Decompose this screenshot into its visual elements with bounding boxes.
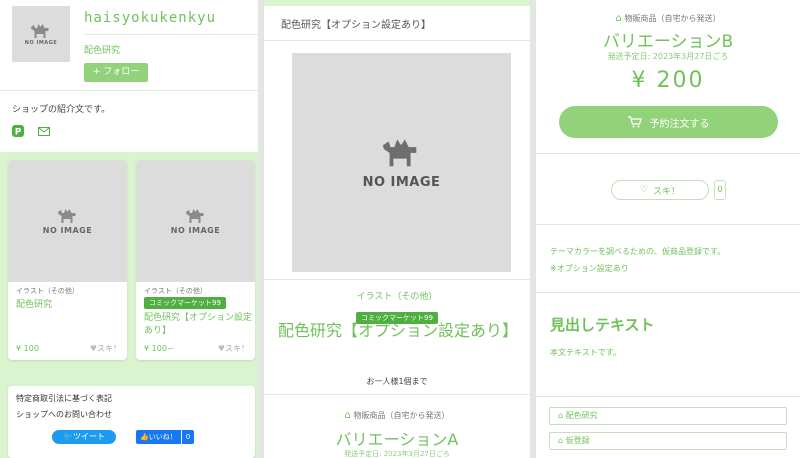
item-like-label: スキ！ <box>97 344 121 353</box>
camel-icon <box>31 24 49 38</box>
event-tag[interactable]: コミックマーケット99 <box>144 297 226 309</box>
facebook-like-button[interactable]: 👍いいね！ 0 <box>136 430 195 444</box>
like-button[interactable]: ♡ スキ！ <box>611 180 709 200</box>
description-heading: 見出しテキスト <box>550 316 655 334</box>
fb-like-label: いいね！ <box>148 433 177 441</box>
description-line-2: ※オプション設定あり <box>550 264 629 273</box>
order-column: ⌂ 物販商品（自宅から発送） バリエーションB 発送予定日: 2023年3月27… <box>536 0 800 458</box>
twitter-icon: 🐦 <box>63 432 73 441</box>
variation-b-type: ⌂ 物販商品（自宅から発送） <box>536 13 800 24</box>
product-header: 配色研究【オプション設定あり】 <box>281 20 431 31</box>
contact-link[interactable]: ショップへのお問い合わせ <box>16 409 112 420</box>
variation-b-price: ¥ 200 <box>631 68 705 93</box>
mail-icon[interactable] <box>38 127 50 136</box>
variation-a-type: ⌂ 物販商品（自宅から発送） <box>264 410 530 421</box>
item-like-label: スキ！ <box>225 344 249 353</box>
shop-intro: ショップの紹介文です。 <box>12 105 111 115</box>
shop-avatar[interactable]: NO IMAGE <box>12 6 70 62</box>
item-grid: NO IMAGE イラスト（その他） 配色研究 ¥ 100 ♥スキ！ NO IM… <box>0 152 263 458</box>
shop-footer: 特定商取引法に基づく表記 ショップへのお問い合わせ 🐦ツイート 👍いいね！ 0 <box>8 386 255 458</box>
item-title[interactable]: 配色研究 <box>16 297 52 310</box>
thumbs-up-icon: 👍 <box>140 433 149 441</box>
heart-icon: ♥ <box>217 344 225 353</box>
top-strip <box>264 0 530 6</box>
tag-icon: ⌂ <box>558 411 564 420</box>
description-line-1: テーマカラーを調べるための、仮商品登録です。 <box>550 247 726 256</box>
tag-label: 配色研究 <box>565 411 598 420</box>
tag-chip[interactable]: ⌂ 仮登録 <box>549 432 787 450</box>
item-price: ¥ 100~ <box>144 344 174 353</box>
tag-label: 仮登録 <box>565 436 590 445</box>
variation-b-date: 発送予定日: 2023年3月27日ごろ <box>607 52 729 61</box>
item-category: イラスト（その他） <box>16 287 79 295</box>
shop-column: NO IMAGE haisyokukenkyu 配色研究 + フォロー ショップ… <box>0 0 263 458</box>
tag-icon: ⌂ <box>558 436 564 445</box>
law-link[interactable]: 特定商取引法に基づく表記 <box>16 393 112 404</box>
product-image: NO IMAGE <box>292 53 511 272</box>
item-like-button[interactable]: ♥スキ！ <box>218 343 249 354</box>
variation-a-name: バリエーションA <box>335 430 459 449</box>
item-like-button[interactable]: ♥スキ！ <box>90 343 121 354</box>
heart-outline-icon: ♡ <box>639 185 649 195</box>
tag-chip[interactable]: ⌂ 配色研究 <box>549 407 787 425</box>
product-category[interactable]: イラスト（その他） <box>264 289 530 302</box>
variation-b-type-label: 物販商品（自宅から発送） <box>624 14 721 23</box>
item-price: ¥ 100 <box>16 344 39 353</box>
reserve-order-button[interactable]: 予約注文する <box>559 106 778 138</box>
no-image-label: NO IMAGE <box>170 226 221 235</box>
product-title: 配色研究【オプション設定あり】 <box>278 321 519 340</box>
description-body: 本文テキストです。 <box>550 348 621 357</box>
shop-subname[interactable]: 配色研究 <box>84 43 120 56</box>
cart-icon <box>627 116 642 128</box>
fb-like: 👍いいね！ <box>136 430 181 444</box>
item-category: イラスト（その他） <box>144 287 207 295</box>
tweet-label: ツイート <box>72 432 105 441</box>
camel-icon <box>382 139 416 167</box>
variation-b-name: バリエーションB <box>602 32 734 52</box>
svg-text:P: P <box>15 128 22 138</box>
no-image-label: NO IMAGE <box>362 175 441 190</box>
item-card[interactable]: NO IMAGE イラスト（その他） 配色研究 ¥ 100 ♥スキ！ <box>8 160 127 360</box>
house-icon: ⌂ <box>344 410 351 421</box>
item-title[interactable]: 配色研究【オプション設定あり】 <box>144 312 252 338</box>
like-label: スキ！ <box>653 186 681 197</box>
reserve-order-label: 予約注文する <box>649 118 710 130</box>
no-image-label: NO IMAGE <box>42 226 93 235</box>
item-thumbnail: NO IMAGE <box>8 160 127 282</box>
camel-icon <box>57 209 75 223</box>
house-icon: ⌂ <box>615 13 622 24</box>
product-column: 配色研究【オプション設定あり】 NO IMAGE イラスト（その他） コミックマ… <box>263 0 531 458</box>
purchase-limit: お一人様1個まで <box>366 377 428 386</box>
camel-icon <box>185 209 203 223</box>
fb-like-count: 0 <box>180 430 195 444</box>
variation-a-date: 発送予定日: 2023年3月27日ごろ <box>344 450 450 458</box>
variation-a-type-label: 物販商品（自宅から発送） <box>353 411 450 420</box>
heart-icon: ♥ <box>89 344 97 353</box>
like-count: 0 <box>714 180 726 200</box>
shop-name[interactable]: haisyokukenkyu <box>84 10 216 26</box>
follow-button[interactable]: + フォロー <box>84 63 148 82</box>
no-image-label: NO IMAGE <box>24 40 58 46</box>
pixiv-icon[interactable]: P <box>12 125 24 137</box>
tweet-button[interactable]: 🐦ツイート <box>52 430 116 444</box>
item-card[interactable]: NO IMAGE イラスト（その他） コミックマーケット99 配色研究【オプショ… <box>136 160 255 360</box>
item-thumbnail: NO IMAGE <box>136 160 255 282</box>
